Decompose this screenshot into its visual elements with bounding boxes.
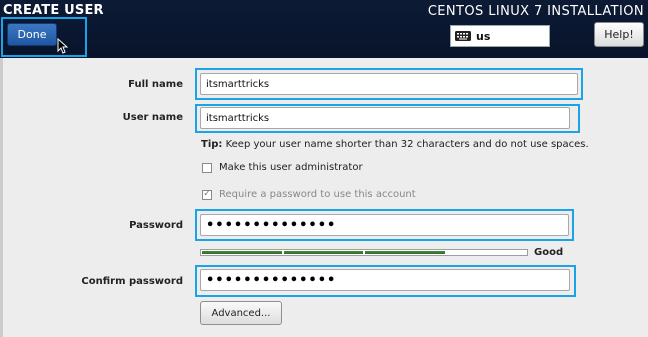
full-name-highlight <box>195 68 583 100</box>
password-strength-label: Good <box>534 247 564 258</box>
password-highlight <box>195 209 574 241</box>
tip-prefix: Tip: <box>201 139 223 150</box>
username-tip: Tip: Keep your user name shorter than 32… <box>201 139 589 150</box>
require-password-row[interactable]: ✓ Require a password to use this account <box>202 189 416 200</box>
strength-segment <box>446 251 526 254</box>
left-edge <box>0 58 3 337</box>
admin-checkbox-label: Make this user administrator <box>219 162 363 173</box>
check-icon: ✓ <box>203 189 211 199</box>
mouse-pointer-icon <box>57 38 68 54</box>
require-password-label: Require a password to use this account <box>219 189 416 200</box>
page-title: CREATE USER <box>3 3 104 18</box>
keyboard-icon <box>455 31 471 41</box>
admin-checkbox[interactable] <box>202 162 212 173</box>
tip-text: Keep your user name shorter than 32 char… <box>222 139 589 150</box>
keyboard-layout-indicator[interactable]: us <box>450 25 550 47</box>
user-name-label: User name <box>122 112 183 123</box>
password-strength-bar <box>200 249 528 256</box>
help-button[interactable]: Help! <box>594 22 644 47</box>
strength-segment <box>365 251 445 254</box>
admin-checkbox-row[interactable]: Make this user administrator <box>202 162 363 173</box>
strength-segment <box>283 251 363 254</box>
strength-segment <box>202 251 282 254</box>
require-password-checkbox[interactable]: ✓ <box>202 189 212 200</box>
password-label: Password <box>129 220 183 231</box>
user-name-highlight <box>195 104 580 133</box>
full-name-label: Full name <box>128 79 183 90</box>
header-bar: CREATE USER CENTOS LINUX 7 INSTALLATION … <box>0 0 648 58</box>
installation-title: CENTOS LINUX 7 INSTALLATION <box>427 4 644 19</box>
advanced-button[interactable]: Advanced... <box>200 301 282 325</box>
confirm-password-label: Confirm password <box>81 276 183 287</box>
confirm-password-highlight <box>195 265 576 297</box>
done-button-highlight <box>1 17 87 57</box>
keyboard-layout-label: us <box>476 29 491 43</box>
